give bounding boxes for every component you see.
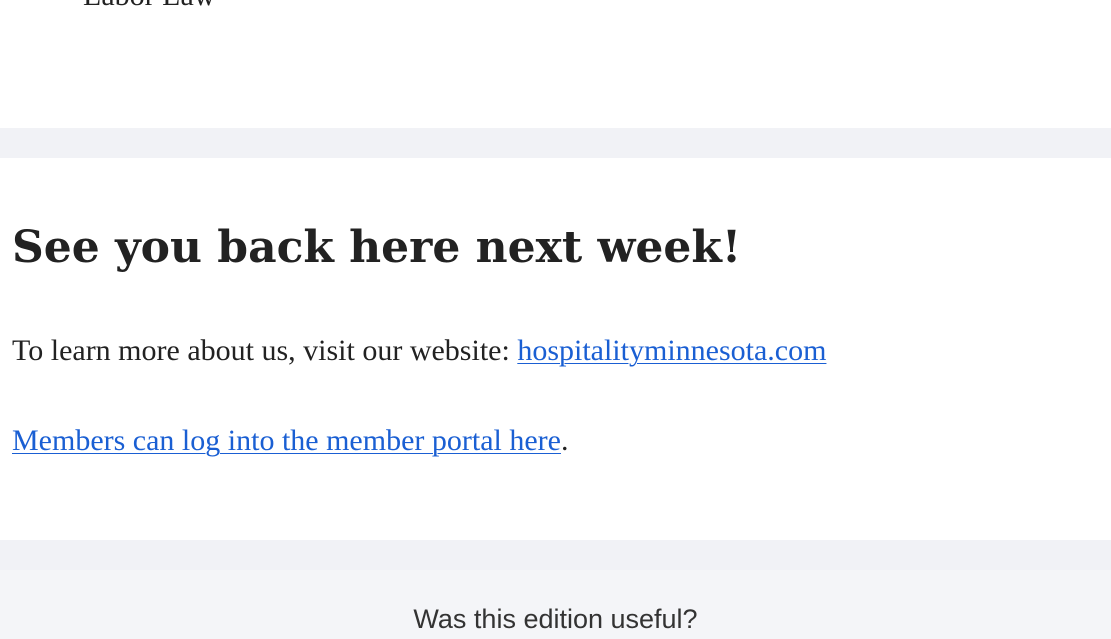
section-divider [0, 128, 1111, 158]
feedback-question: Was this edition useful? [413, 604, 698, 634]
previous-section: Labor Law [0, 0, 1111, 128]
feedback-section: Was this edition useful? [0, 570, 1111, 639]
closing-section: See you back here next week! To learn mo… [0, 158, 1111, 540]
learn-more-paragraph: To learn more about us, visit our websit… [12, 333, 826, 369]
member-portal-paragraph: Members can log into the member portal h… [12, 423, 568, 459]
member-portal-link[interactable]: Members can log into the member portal h… [12, 424, 561, 457]
learn-more-text: To learn more about us, visit our websit… [12, 334, 518, 367]
website-link[interactable]: hospitalityminnesota.com [517, 334, 826, 367]
list-item-labor-law: Labor Law [83, 0, 215, 14]
closing-headline: See you back here next week! [12, 222, 742, 273]
section-divider-2 [0, 540, 1111, 570]
member-portal-period: . [560, 424, 569, 457]
